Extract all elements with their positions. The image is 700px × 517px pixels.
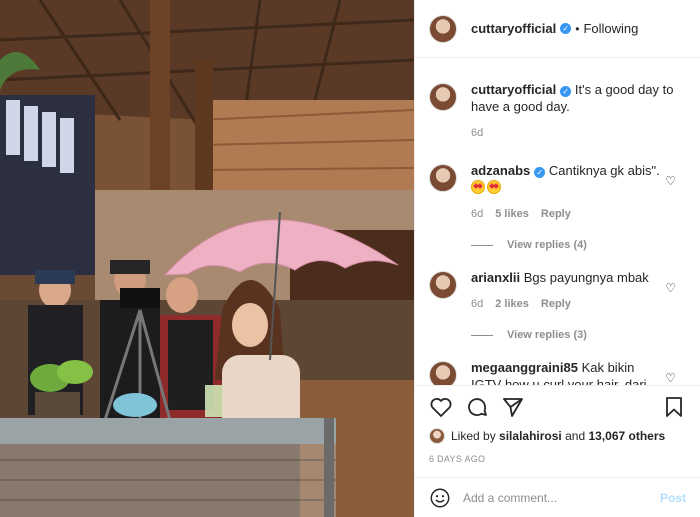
comment-box: Add a comment... Post [415,477,700,517]
caption-username[interactable]: cuttaryofficial [471,82,556,97]
comment-username[interactable]: adzanabs [471,163,530,178]
likes-prefix: Liked by [451,429,496,443]
liker-username[interactable]: silalahirosi [499,429,562,443]
liker-avatar[interactable] [429,428,445,444]
likes-and: and [565,429,586,443]
comment-like-heart-icon[interactable]: ♡ [665,174,676,188]
likes-summary: Liked by silalahirosi and 13,067 others [429,428,686,444]
verified-badge-icon: ✓ [560,23,572,34]
view-replies-button[interactable]: View replies (3) [471,329,686,341]
post-photo[interactable] [0,0,414,517]
commenter-avatar[interactable] [429,271,457,299]
comment-like-heart-icon[interactable]: ♡ [665,281,676,295]
instagram-post: cuttaryofficial ✓ • Following cuttaryoff… [0,0,700,517]
comments-list[interactable]: cuttaryofficial ✓ It's a good day to have… [415,59,700,385]
divider [471,244,493,246]
comment-likes[interactable]: 5 likes [495,206,529,223]
commenter-avatar[interactable] [429,361,457,385]
comment-item: arianxlii Bgs payungnya mbak 6d 2 likes … [429,269,686,313]
comment-item: adzanabs ✓ Cantiknya gk abis". 6d 5 likes… [429,162,686,223]
action-bar: Liked by silalahirosi and 13,067 others … [415,385,700,464]
comment-like-heart-icon[interactable]: ♡ [665,371,676,385]
view-replies-label: View replies (4) [507,239,587,251]
caption-avatar[interactable] [429,83,457,111]
commenter-avatar[interactable] [429,164,457,192]
divider [471,334,493,336]
photo-illustration [0,0,414,517]
bookmark-icon[interactable] [662,395,686,419]
verified-badge-icon: ✓ [560,86,572,97]
post-timestamp[interactable]: 6 DAYS AGO [429,454,686,464]
post-panel: cuttaryofficial ✓ • Following cuttaryoff… [414,0,700,517]
post-button[interactable]: Post [660,491,686,505]
caption-time: 6d [471,127,484,139]
heart-eyes-emoji-icon [487,180,501,194]
reply-button[interactable]: Reply [541,296,571,313]
comment-username[interactable]: megaanggraini85 [471,360,578,375]
likes-count[interactable]: 13,067 others [588,429,665,443]
comment-username[interactable]: arianxlii [471,270,520,285]
caption: cuttaryofficial ✓ It's a good day to have… [429,81,686,142]
comment-time: 6d [471,208,484,220]
share-icon[interactable] [501,395,525,419]
comment-time: 6d [471,298,484,310]
post-header: cuttaryofficial ✓ • Following [415,0,700,58]
verified-badge-icon: ✓ [534,167,546,178]
comment-text: Bgs payungnya mbak [523,270,649,285]
follow-status-button[interactable]: Following [583,21,638,36]
comment-text: Cantiknya gk abis". [548,163,660,178]
comment-item: megaanggraini85 Kak bikin IGTV how u cur… [429,359,686,385]
heart-icon[interactable] [429,395,453,419]
view-replies-label: View replies (3) [507,329,587,341]
reply-button[interactable]: Reply [541,206,571,223]
author-avatar[interactable] [429,14,457,43]
comment-input[interactable]: Add a comment... [463,491,660,505]
separator: • [575,21,580,36]
view-replies-button[interactable]: View replies (4) [471,239,686,251]
smiley-icon[interactable] [429,487,451,509]
comment-icon[interactable] [465,395,489,419]
comment-likes[interactable]: 2 likes [495,296,529,313]
heart-eyes-emoji-icon [471,180,485,194]
author-username[interactable]: cuttaryofficial [471,21,556,36]
